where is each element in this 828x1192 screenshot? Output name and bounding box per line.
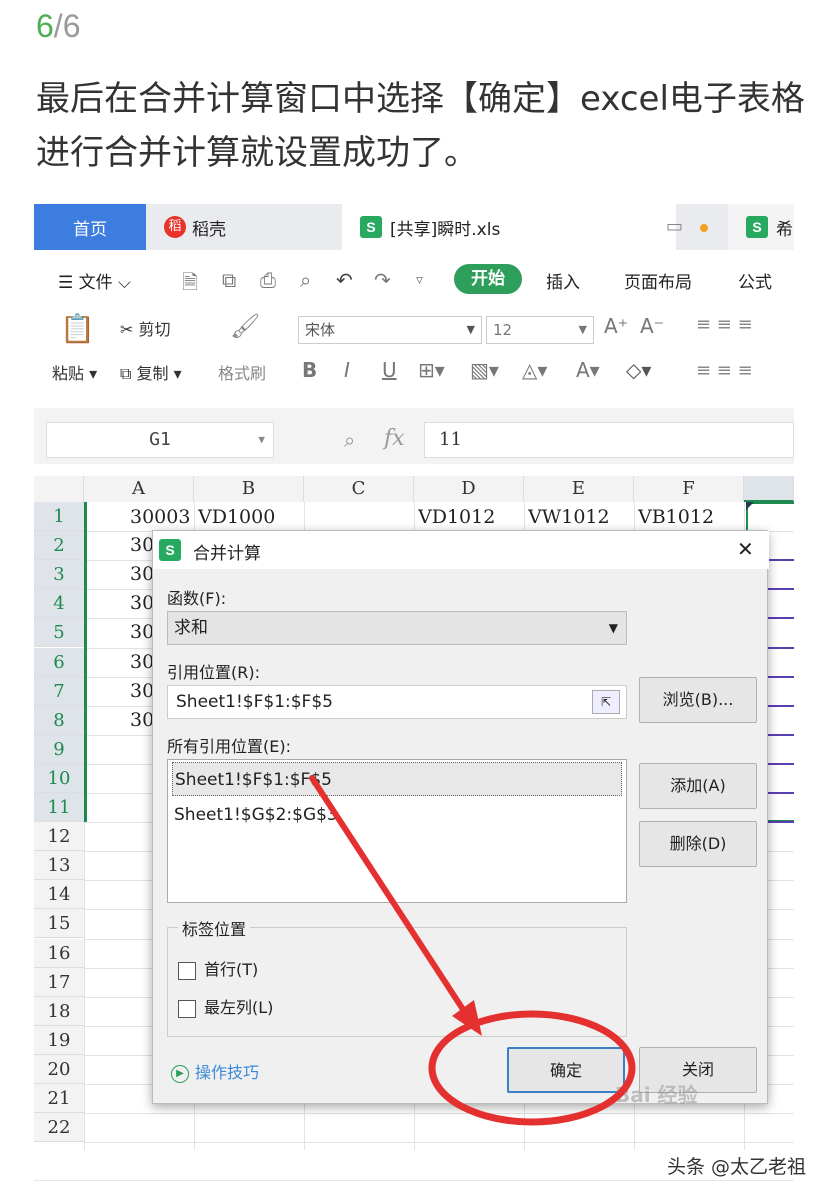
step-caption: 最后在合并计算窗口中选择【确定】excel电子表格进行合并计算就设置成功了。: [36, 79, 805, 173]
divider: [34, 1180, 794, 1181]
footer-author: 头条 @太乙老祖: [666, 1156, 806, 1178]
wps-screenshot: 首页 稻稻壳 S [共享]瞬时.xls ▭ S希 ☰ 文件 ⌵ 🗎 ⧉ ⎙ ⌕ ↶…: [34, 204, 794, 1150]
annotation-ellipse: [428, 1010, 636, 1126]
step-indicator: 6/6: [36, 8, 80, 45]
step-current: 6: [36, 8, 54, 44]
annotation-arrow-line: [309, 775, 469, 1017]
annotation-overlay: [309, 775, 636, 1126]
step-total: /6: [53, 8, 81, 44]
